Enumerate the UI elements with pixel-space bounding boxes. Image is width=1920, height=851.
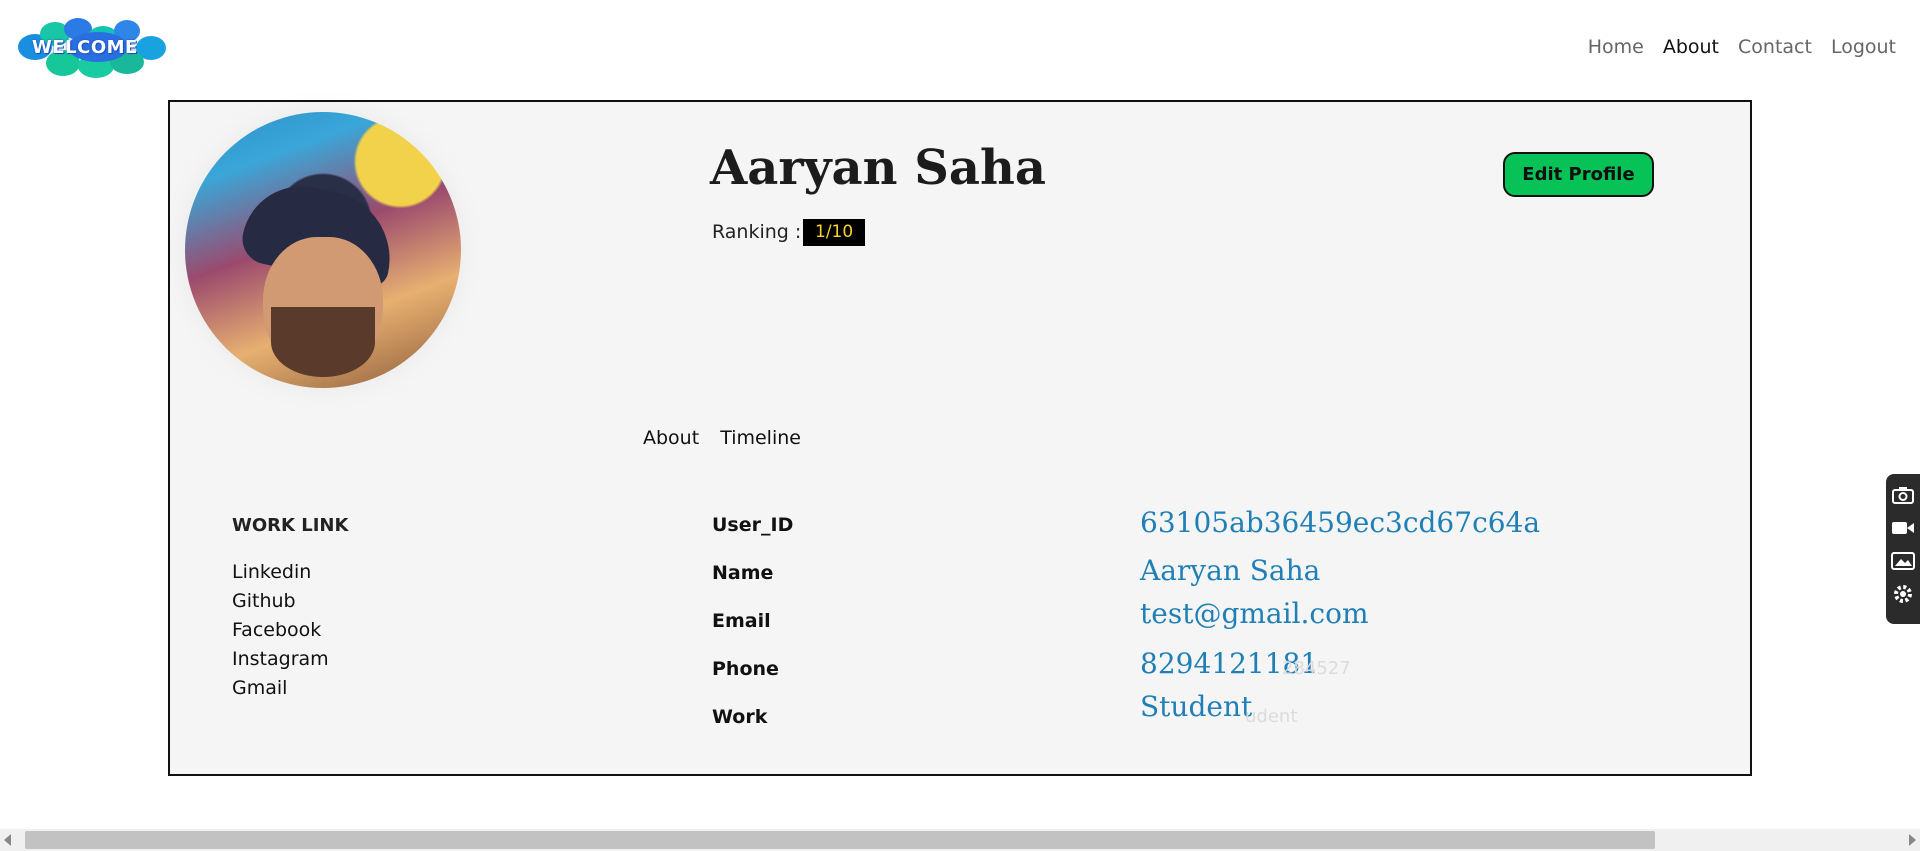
avatar-beard-shape [271, 307, 375, 377]
settings-icon[interactable] [1886, 577, 1920, 610]
horizontal-scrollbar[interactable] [0, 829, 1920, 851]
phone-ghost-text: 284527 [1282, 658, 1351, 679]
gallery-icon[interactable] [1886, 544, 1920, 577]
profile-name: Aaryan Saha [710, 140, 1046, 196]
profile-tabs: About Timeline [643, 427, 801, 449]
user-id-label: User_ID [712, 514, 794, 536]
profile-card: Aaryan Saha Ranking : 1/10 Edit Profile … [168, 100, 1752, 776]
work-link-title: WORK LINK [232, 515, 349, 536]
work-link-facebook[interactable]: Facebook [232, 619, 329, 648]
nav-logout[interactable]: Logout [1831, 36, 1896, 58]
scroll-right-icon[interactable] [1909, 834, 1916, 846]
name-value: Aaryan Saha [1140, 554, 1321, 587]
logo-text: WELCOME [32, 37, 138, 58]
scroll-left-icon[interactable] [4, 834, 11, 846]
camera-icon[interactable] [1886, 478, 1920, 511]
work-link-instagram[interactable]: Instagram [232, 648, 329, 677]
email-value: test@gmail.com [1140, 597, 1369, 630]
phone-label: Phone [712, 658, 779, 680]
tab-timeline[interactable]: Timeline [720, 427, 801, 449]
work-link-gmail[interactable]: Gmail [232, 677, 329, 706]
name-label: Name [712, 562, 774, 584]
welcome-logo[interactable]: WELCOME [18, 18, 166, 78]
nav-about[interactable]: About [1663, 36, 1719, 58]
side-toolbar [1886, 474, 1920, 624]
ranking-label: Ranking : [712, 221, 802, 243]
work-link-list: Linkedin Github Facebook Instagram Gmail [232, 561, 329, 706]
user-id-value: 63105ab36459ec3cd67c64a [1140, 506, 1541, 539]
ranking-value: 1/10 [803, 219, 866, 246]
nav-home[interactable]: Home [1588, 36, 1644, 58]
work-value: Student [1140, 690, 1253, 723]
work-link-github[interactable]: Github [232, 590, 329, 619]
main-nav: Home About Contact Logout [1588, 36, 1896, 58]
work-link-linkedin[interactable]: Linkedin [232, 561, 329, 590]
video-icon[interactable] [1886, 511, 1920, 544]
edit-profile-button[interactable]: Edit Profile [1503, 152, 1654, 197]
nav-contact[interactable]: Contact [1738, 36, 1812, 58]
email-label: Email [712, 610, 771, 632]
tab-about[interactable]: About [643, 427, 699, 449]
scrollbar-thumb[interactable] [25, 831, 1655, 849]
work-ghost-text: udent [1245, 706, 1298, 727]
work-label: Work [712, 706, 768, 728]
profile-avatar [185, 112, 461, 388]
